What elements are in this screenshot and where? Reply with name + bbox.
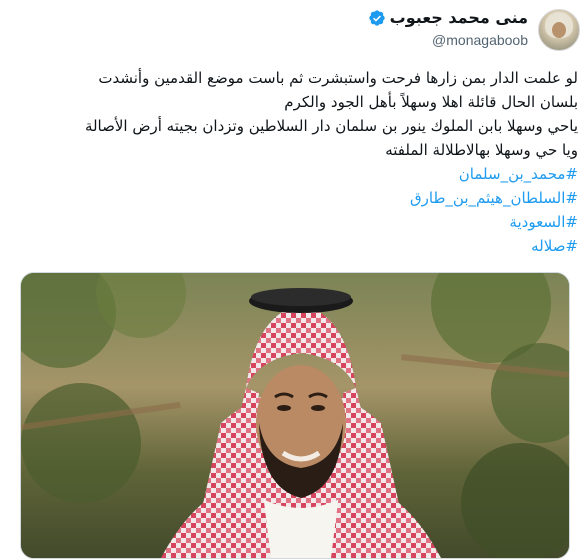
- verified-badge-icon: [368, 10, 385, 26]
- author-handle[interactable]: @monagaboob: [368, 30, 528, 50]
- avatar[interactable]: [538, 9, 580, 51]
- name-row: منى محمد جعبوب: [368, 8, 528, 28]
- hashtag-link[interactable]: #السلطان_هيثم_بن_طارق: [6, 186, 578, 210]
- tweet-text-line: ياحي وسهلا بابن الملوك ينور بن سلمان دار…: [84, 117, 578, 135]
- tweet-text: لو علمت الدار بمن زارها فرحت واستبشرت ثم…: [6, 66, 578, 258]
- hashtag-link[interactable]: #محمد_بن_سلمان: [6, 162, 578, 186]
- author-display-name[interactable]: منى محمد جعبوب: [390, 8, 528, 28]
- author-names: منى محمد جعبوب @monagaboob: [368, 6, 528, 50]
- photo-illustration: [21, 273, 569, 558]
- hashtag-link[interactable]: #السعودية: [6, 210, 578, 234]
- tweet-text-line: بلسان الحال قائلة اهلا وسهلاً بأهل الجود…: [284, 93, 578, 111]
- hashtag-link[interactable]: #صلاله: [6, 234, 578, 258]
- tweet-text-line: لو علمت الدار بمن زارها فرحت واستبشرت ثم…: [98, 69, 578, 87]
- tweet-text-line: ويا حي وسهلا بهالاطلالة الملفته: [385, 141, 578, 159]
- tweet-header: منى محمد جعبوب @monagaboob: [8, 6, 580, 56]
- tweet-card: منى محمد جعبوب @monagaboob لو علمت الدار…: [0, 0, 588, 559]
- tweet-photo[interactable]: [20, 272, 570, 559]
